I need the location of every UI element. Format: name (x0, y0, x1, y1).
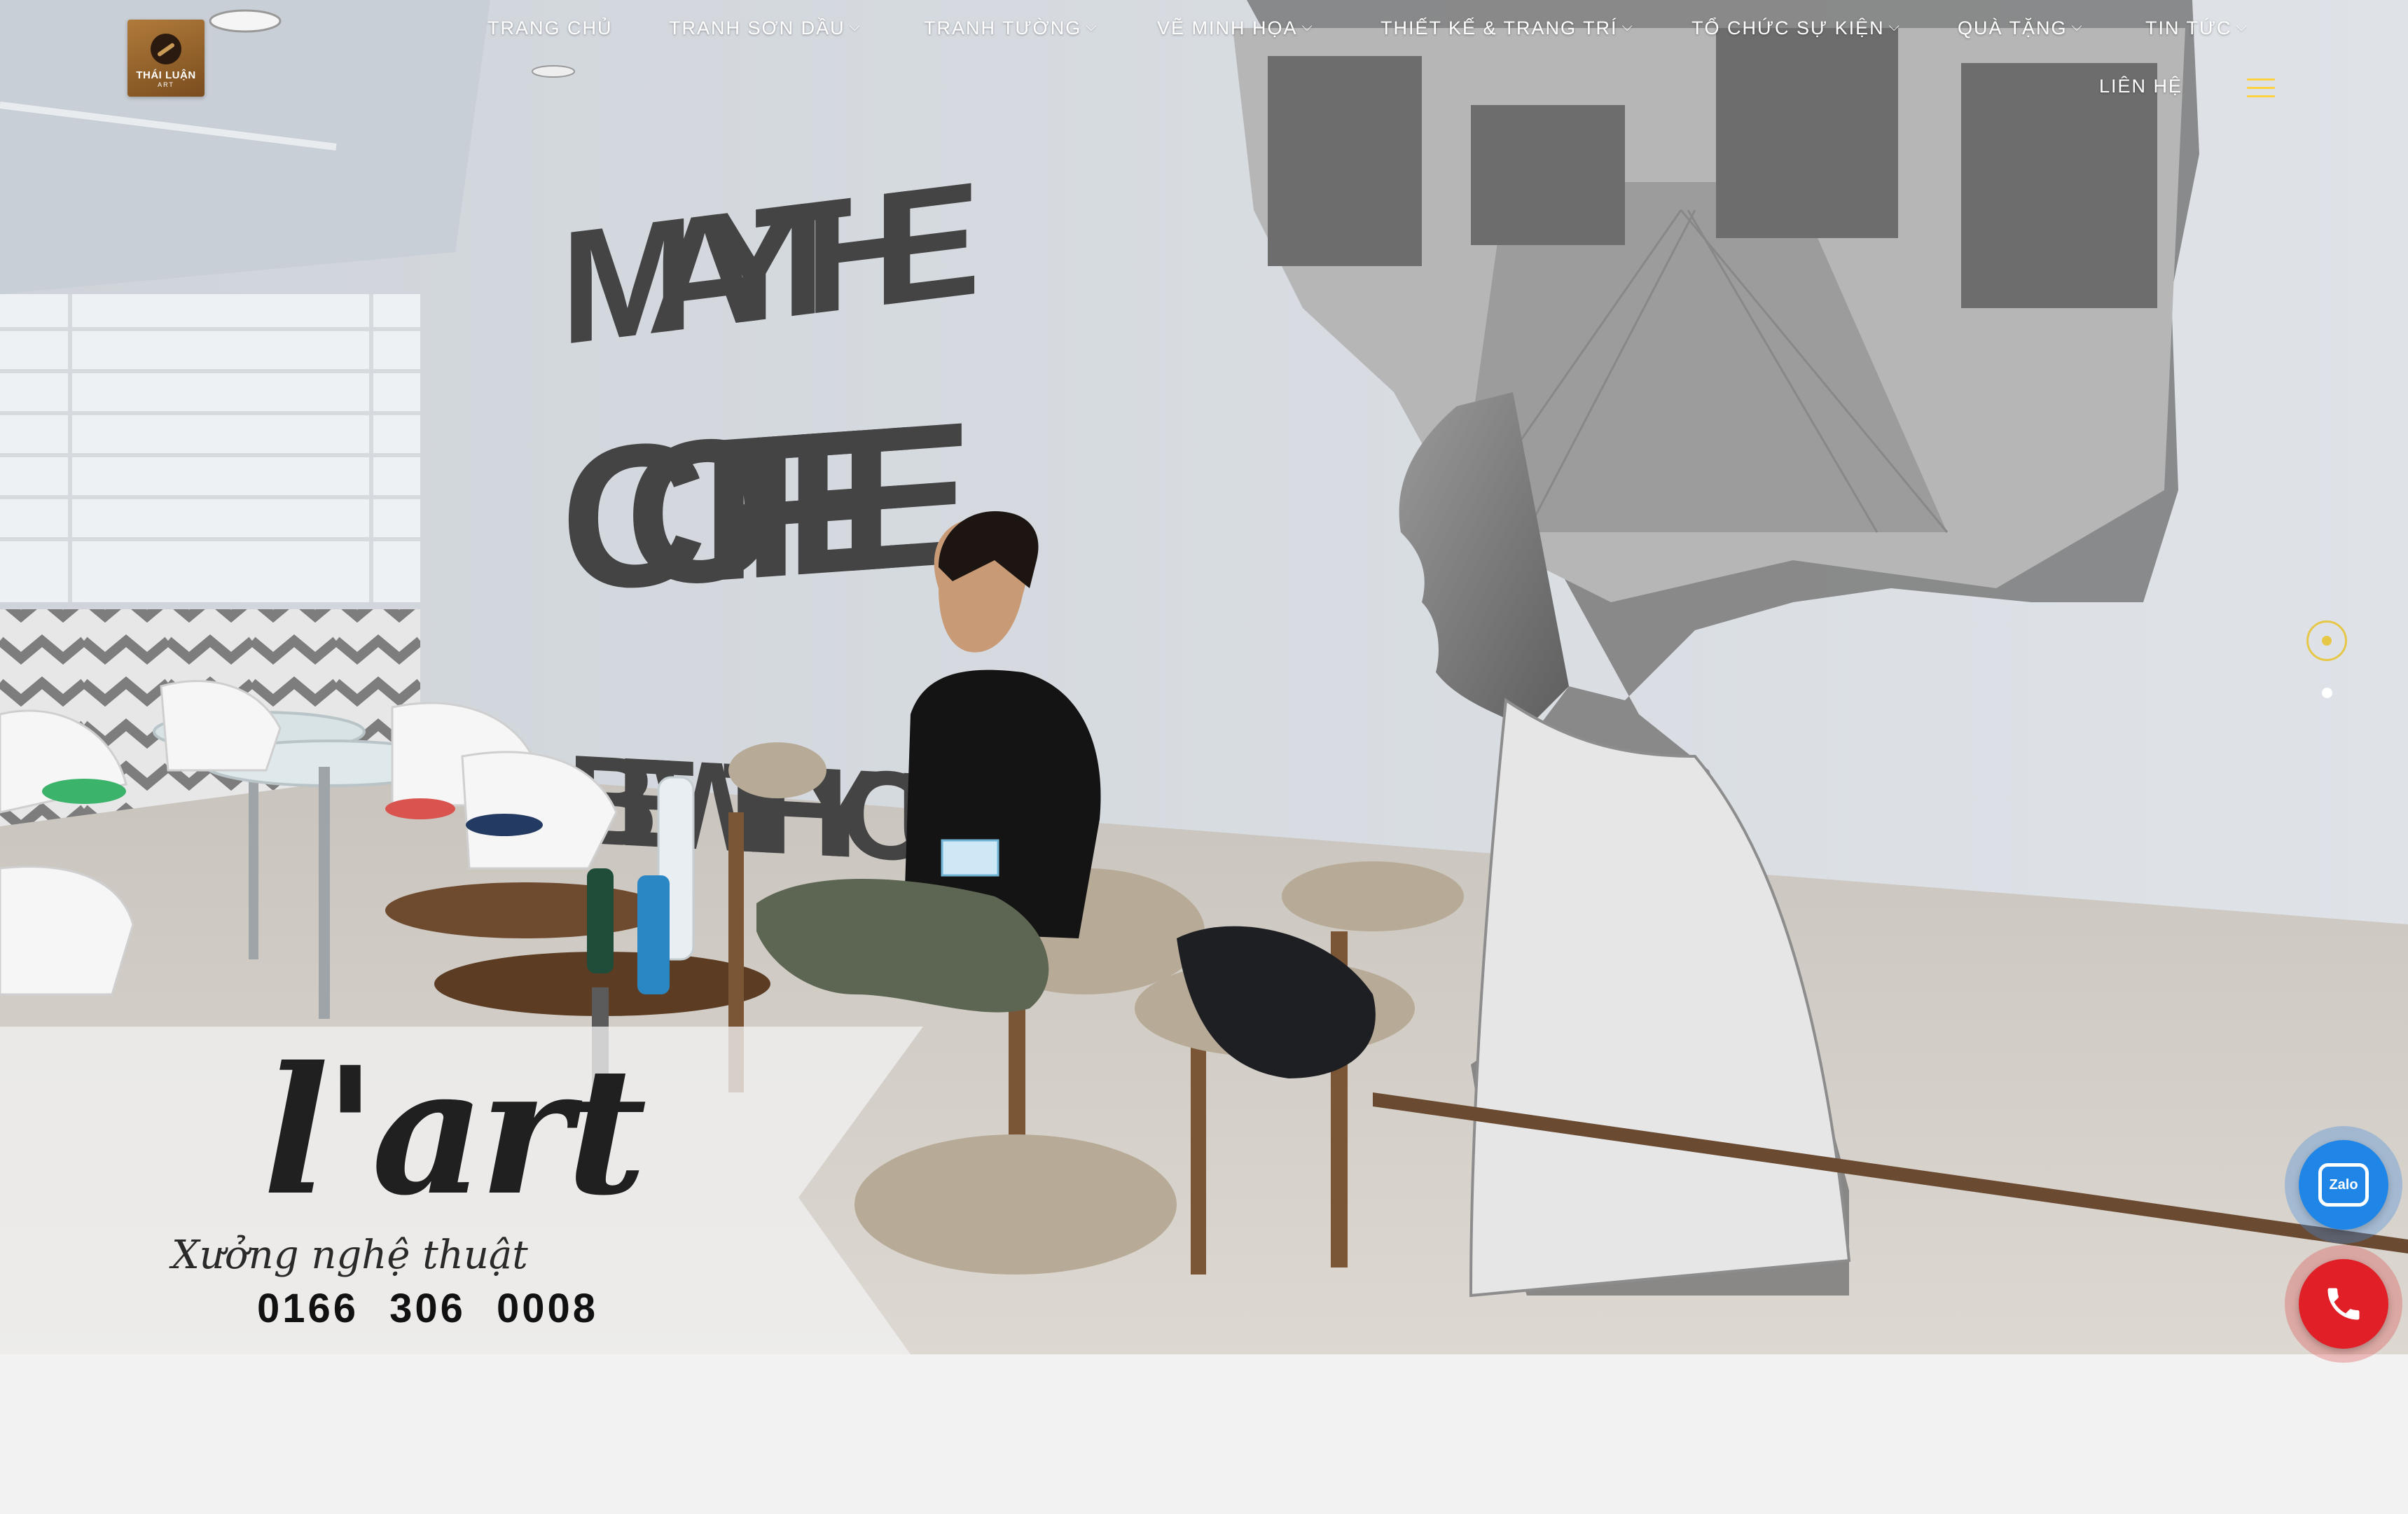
brand-phone: 0166 306 0008 (257, 1286, 599, 1331)
main-nav: TRANG CHỦ TRANH SƠN DẦU ⌵ TRANH TƯỜNG ⌵ … (0, 14, 2408, 56)
chevron-down-icon: ⌵ (849, 18, 862, 34)
chevron-down-icon: ⌵ (2236, 18, 2248, 34)
slider-dot-active[interactable] (2306, 620, 2347, 661)
zalo-label: Zalo (2318, 1163, 2369, 1207)
chevron-down-icon: ⌵ (1888, 18, 1901, 34)
nav-item-lien-he[interactable]: LIÊN HỆ (2099, 76, 2182, 97)
nav-item-label: TIN TỨC (2145, 17, 2232, 39)
nav-item-label: QUÀ TẶNG (1958, 17, 2068, 39)
chevron-down-icon: ⌵ (1621, 18, 1634, 34)
brand-logo-text: l'art (263, 1028, 647, 1234)
svg-text:COFFEE: COFFEE (560, 378, 974, 634)
call-button[interactable] (2285, 1245, 2402, 1363)
chevron-down-icon: ⌵ (2071, 18, 2084, 34)
phone-icon (2299, 1259, 2388, 1349)
nav-item-label: TRANH TƯỜNG (924, 17, 1082, 39)
nav-item-tranh-tuong[interactable]: TRANH TƯỜNG ⌵ (924, 14, 1098, 42)
nav-item-label: TRANG CHỦ (487, 17, 613, 39)
nav-item-trang-chu[interactable]: TRANG CHỦ (487, 14, 613, 42)
logo-line1: THÁI LUẬN (136, 69, 196, 81)
hero-slider: MAY THE COFFEE BE WITH YOU l'art Xưởng n… (0, 0, 2408, 1354)
nav-item-label: THIẾT KẾ & TRANG TRÍ (1381, 17, 1618, 39)
chevron-down-icon: ⌵ (1301, 18, 1314, 34)
zalo-icon: Zalo (2299, 1140, 2388, 1230)
nav-item-tranh-son-dau[interactable]: TRANH SƠN DẦU ⌵ (669, 14, 862, 42)
nav-item-label: TRANH SƠN DẦU (669, 17, 845, 39)
hamburger-icon[interactable] (2247, 78, 2275, 99)
logo-line2: ART (158, 81, 174, 88)
nav-item-ve-minh-hoa[interactable]: VẼ MINH HỌA ⌵ (1157, 14, 1314, 42)
nav-item-label: TỔ CHỨC SỰ KIỆN (1691, 17, 1885, 39)
nav-item-to-chuc-su-kien[interactable]: TỔ CHỨC SỰ KIỆN ⌵ (1691, 14, 1901, 42)
brand-subtitle: Xưởng nghệ thuật (172, 1232, 528, 1278)
nav-item-tin-tuc[interactable]: TIN TỨC ⌵ (2145, 14, 2248, 42)
chevron-down-icon: ⌵ (1086, 18, 1098, 34)
nav-item-thiet-ke[interactable]: THIẾT KẾ & TRANG TRÍ ⌵ (1381, 14, 1634, 42)
zalo-button[interactable]: Zalo (2285, 1126, 2402, 1244)
slider-dot[interactable] (2322, 688, 2332, 698)
nav-item-label: VẼ MINH HỌA (1157, 17, 1298, 39)
nav-item-qua-tang[interactable]: QUÀ TẶNG ⌵ (1958, 14, 2084, 42)
